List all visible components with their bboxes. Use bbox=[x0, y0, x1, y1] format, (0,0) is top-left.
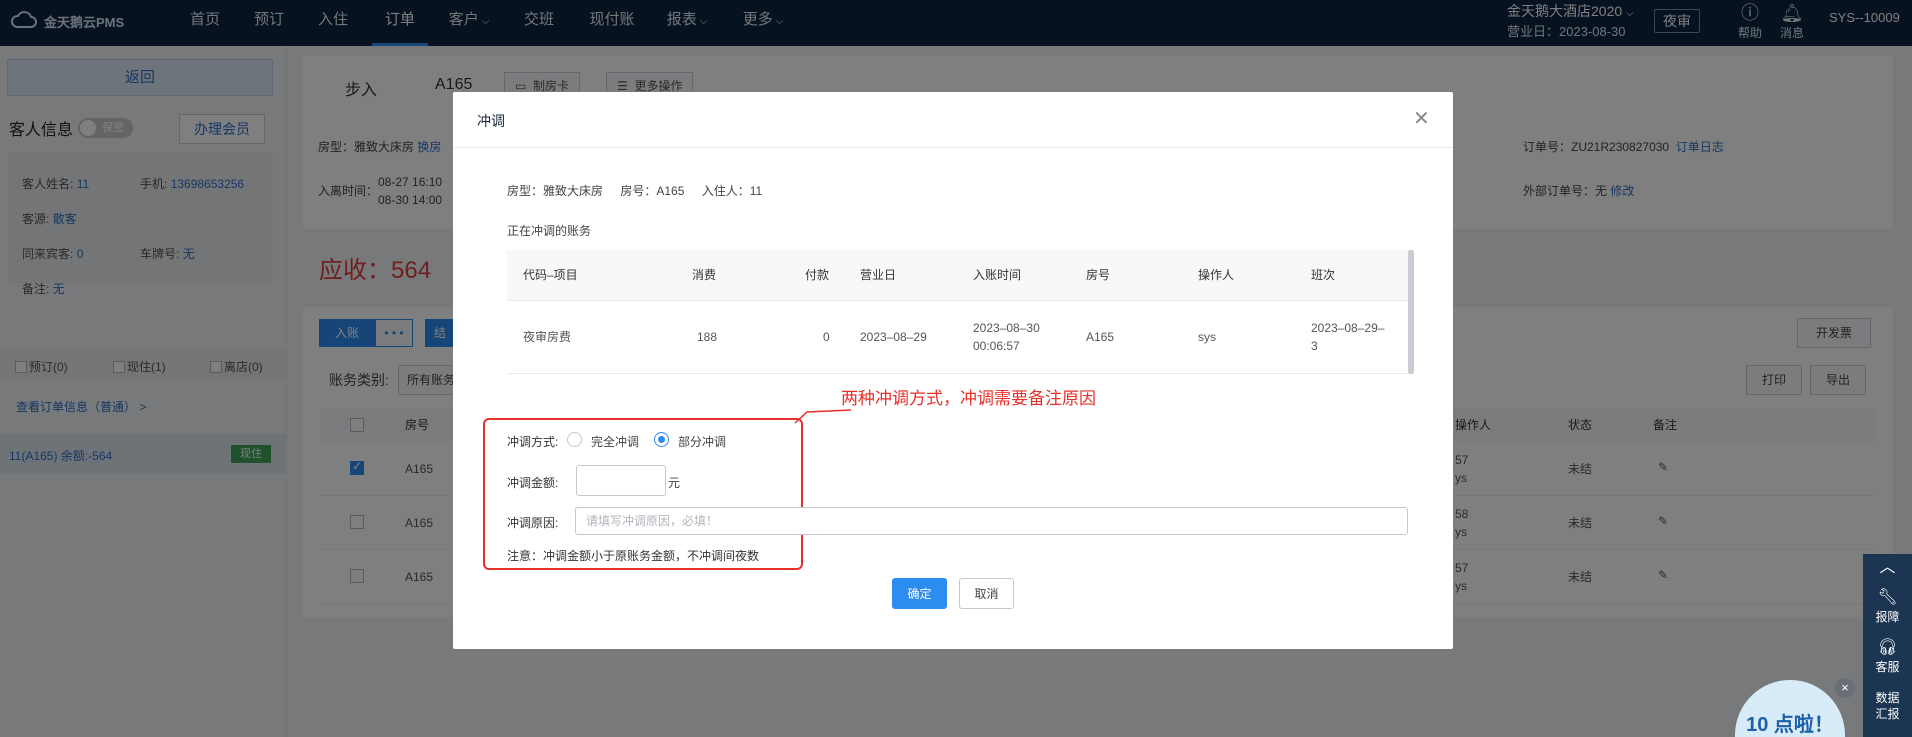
scroll-top-button[interactable]: ︿ bbox=[1863, 558, 1912, 578]
cell-shift-date: 2023–08–29– bbox=[1311, 321, 1385, 335]
report-issue-button[interactable]: 🔧︎ 报障 bbox=[1863, 588, 1912, 625]
modal-room-type: 房型：雅致大床房 bbox=[507, 184, 604, 198]
cell-consume: 188 bbox=[697, 330, 718, 344]
cell-item: 夜审房费 bbox=[523, 330, 572, 344]
table-row: 夜审房费 188 0 2023–08–29 2023–08–30 00:06:5… bbox=[507, 301, 1409, 374]
header-post-time: 入账时间 bbox=[973, 268, 1022, 282]
adjust-note: 注意：冲调金额小于原账务金额，不冲调间夜数 bbox=[507, 549, 760, 563]
modal-room-no: 房号：A165 bbox=[620, 184, 685, 198]
currency-unit: 元 bbox=[668, 476, 681, 490]
modal-header: 冲调 ✕ bbox=[453, 92, 1453, 148]
data-label-2: 汇报 bbox=[1875, 707, 1900, 721]
amount-input[interactable] bbox=[576, 465, 666, 496]
headset-icon: 🎧︎ bbox=[1877, 639, 1898, 656]
scroll-thumb[interactable] bbox=[1408, 250, 1414, 374]
method-label: 冲调方式: bbox=[507, 435, 559, 449]
chevron-up-icon: ︿ bbox=[1879, 559, 1896, 576]
confirm-button[interactable]: 确定 bbox=[892, 578, 947, 609]
cell-post-date: 2023–08–30 bbox=[973, 321, 1040, 335]
room-info-line: 房型：雅致大床房 房号：A165 入住人：11 bbox=[507, 182, 776, 199]
modal-title: 冲调 bbox=[477, 113, 505, 129]
service-label: 客服 bbox=[1875, 660, 1900, 674]
close-icon[interactable]: × bbox=[1835, 678, 1855, 698]
full-adjust-radio[interactable] bbox=[567, 432, 582, 447]
cell-biz-date: 2023–08–29 bbox=[860, 330, 927, 344]
header-shift: 班次 bbox=[1311, 268, 1336, 282]
full-adjust-label[interactable]: 完全冲调 bbox=[591, 433, 639, 450]
header-room: 房号 bbox=[1086, 268, 1111, 282]
amount-label: 冲调金额: bbox=[507, 476, 559, 490]
header-item: 代码–项目 bbox=[523, 268, 578, 282]
annotation-callout: 两种冲调方式，冲调需要备注原因 bbox=[841, 389, 1096, 408]
cell-room: A165 bbox=[1086, 330, 1115, 344]
report-label: 报障 bbox=[1875, 610, 1900, 624]
data-label-1: 数据 bbox=[1875, 691, 1900, 705]
table-scrollbar[interactable] bbox=[1408, 250, 1414, 374]
reason-input[interactable] bbox=[575, 507, 1408, 535]
reason-label: 冲调原因: bbox=[507, 516, 559, 530]
customer-service-button[interactable]: 🎧︎ 客服 bbox=[1863, 638, 1912, 675]
partial-adjust-radio[interactable] bbox=[654, 432, 669, 447]
adjustment-modal: 冲调 ✕ 房型：雅致大床房 房号：A165 入住人：11 正在冲调的账务 代码–… bbox=[453, 92, 1453, 649]
cell-payment: 0 bbox=[823, 330, 830, 344]
header-consume: 消费 bbox=[692, 268, 717, 282]
adjusting-account-table: 代码–项目 消费 付款 营业日 入账时间 房号 操作人 班次 夜审房费 188 … bbox=[507, 250, 1409, 374]
cancel-button[interactable]: 取消 bbox=[959, 578, 1014, 609]
header-biz-date: 营业日 bbox=[860, 268, 897, 282]
cell-operator: sys bbox=[1198, 330, 1216, 344]
header-operator: 操作人 bbox=[1198, 268, 1235, 282]
cell-post-time: 00:06:57 bbox=[973, 339, 1020, 353]
adjusting-account-title: 正在冲调的账务 bbox=[507, 224, 592, 238]
cell-shift-no: 3 bbox=[1311, 339, 1318, 353]
floating-toolbar: ︿ 🔧︎ 报障 🎧︎ 客服 数据汇报 bbox=[1863, 554, 1912, 737]
header-payment: 付款 bbox=[805, 268, 830, 282]
data-report-button[interactable]: 数据 汇报 bbox=[1863, 690, 1912, 722]
modal-occupant: 入住人：11 bbox=[701, 184, 763, 198]
close-icon[interactable]: ✕ bbox=[1413, 106, 1430, 131]
wrench-icon: 🔧︎ bbox=[1877, 589, 1898, 606]
partial-adjust-label[interactable]: 部分冲调 bbox=[678, 433, 726, 450]
table-header: 代码–项目 消费 付款 营业日 入账时间 房号 操作人 班次 bbox=[507, 250, 1409, 301]
